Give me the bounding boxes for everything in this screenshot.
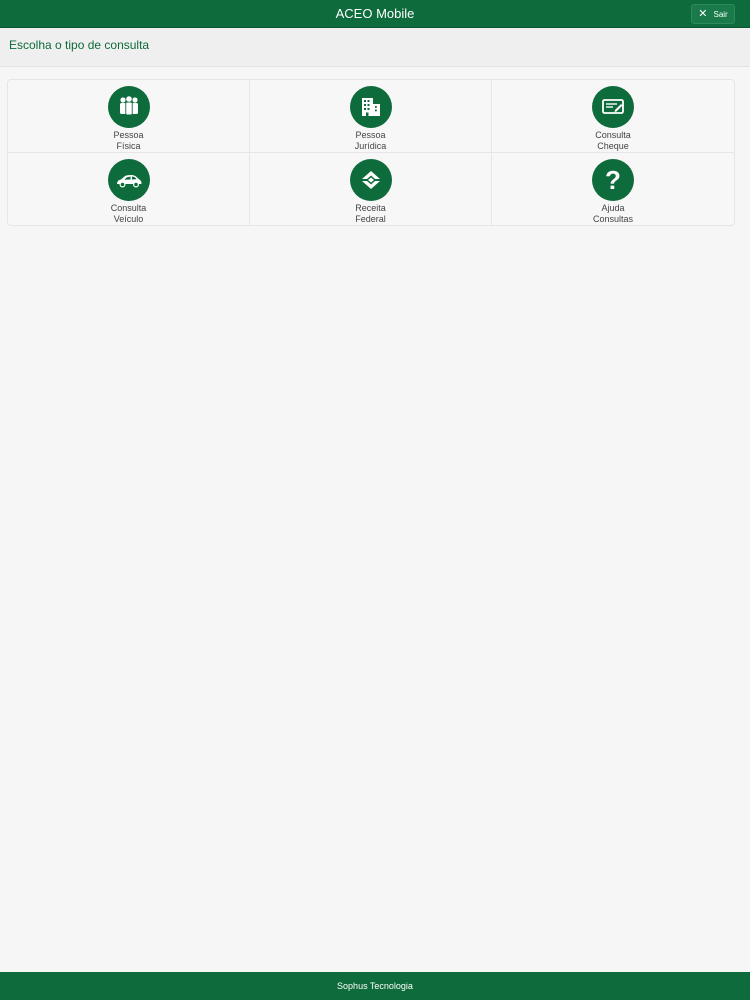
menu-item-label: Consulta Cheque [595, 130, 631, 151]
check-icon [592, 86, 634, 128]
subheader: Escolha o tipo de consulta [0, 28, 750, 67]
footer-text: Sophus Tecnologia [337, 981, 413, 991]
menu-item-label: Consulta Veículo [110, 203, 147, 224]
receita-federal-icon [349, 159, 392, 201]
menu-item-consulta-veiculo[interactable]: Consulta Veículo [8, 153, 250, 225]
exit-button-label: Sair [713, 9, 728, 19]
menu-item-label: Pessoa Física [113, 130, 144, 151]
app-title: ACEO Mobile [335, 6, 415, 21]
help-icon: ? [592, 159, 634, 201]
car-icon [107, 159, 150, 201]
building-icon [349, 86, 392, 128]
top-bar: ACEO Mobile ✕ Sair [0, 0, 750, 28]
menu-item-pessoa-fisica[interactable]: Pessoa Física [8, 80, 250, 153]
consultation-menu: Pessoa Física Pessoa Jurídica Consulta C… [7, 79, 735, 226]
menu-item-label: Ajuda Consultas [592, 203, 634, 224]
menu-item-ajuda-consultas[interactable]: ? Ajuda Consultas [492, 153, 734, 225]
menu-item-label: Receita Federal [355, 203, 386, 224]
exit-button[interactable]: ✕ Sair [691, 4, 735, 24]
menu-item-pessoa-juridica[interactable]: Pessoa Jurídica [250, 80, 492, 153]
menu-item-label: Pessoa Jurídica [354, 130, 387, 151]
footer: Sophus Tecnologia [0, 972, 750, 1000]
close-icon: ✕ [698, 7, 708, 20]
page-title: Escolha o tipo de consulta [9, 38, 150, 52]
menu-item-consulta-cheque[interactable]: Consulta Cheque [492, 80, 734, 153]
people-icon [107, 86, 150, 128]
menu-item-receita-federal[interactable]: Receita Federal [250, 153, 492, 225]
